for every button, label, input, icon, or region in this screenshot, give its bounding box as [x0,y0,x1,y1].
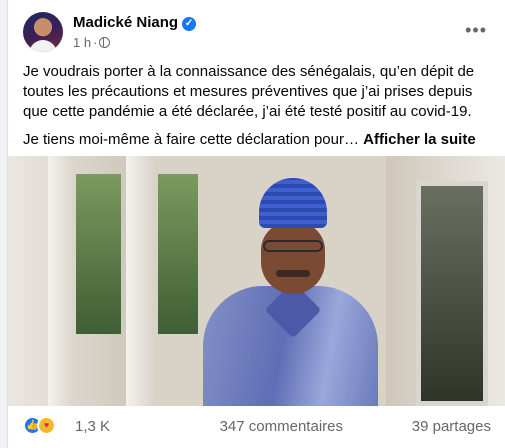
photo-person [203,178,378,406]
post-time[interactable]: 1 h [73,35,91,50]
post-paragraph-2: Je tiens moi-même à faire cette déclarat… [23,131,476,148]
author-name[interactable]: Madické Niang [73,14,178,31]
post-footer: 👍 ♥ 1,3 K 347 commentaires 39 partages [23,412,493,440]
care-reaction-icon: ♥ [37,416,56,435]
verified-badge-icon: ✓ [182,17,197,31]
author-avatar[interactable] [23,12,63,52]
post-header: Madické Niang ✓ 1 h · ••• [23,12,493,56]
reactions-count[interactable]: 1,3 K [75,418,110,435]
post-paragraph-1: Je voudrais porter à la connaissance des… [23,63,475,120]
post-photo[interactable] [8,156,505,406]
shares-count[interactable]: 39 partages [412,418,491,435]
more-options-icon[interactable]: ••• [465,20,487,41]
author-name-row: Madické Niang ✓ [73,14,197,31]
globe-icon [99,37,111,48]
post-card: Madické Niang ✓ 1 h · ••• Je voudrais port… [7,0,505,448]
post-meta: 1 h · [73,35,111,50]
post-text: Je voudrais porter à la connaissance des… [23,62,498,158]
comments-count[interactable]: 347 commentaires [220,418,343,435]
see-more-link[interactable]: Afficher la suite [363,131,476,148]
reaction-icons[interactable]: 👍 ♥ [23,416,65,436]
